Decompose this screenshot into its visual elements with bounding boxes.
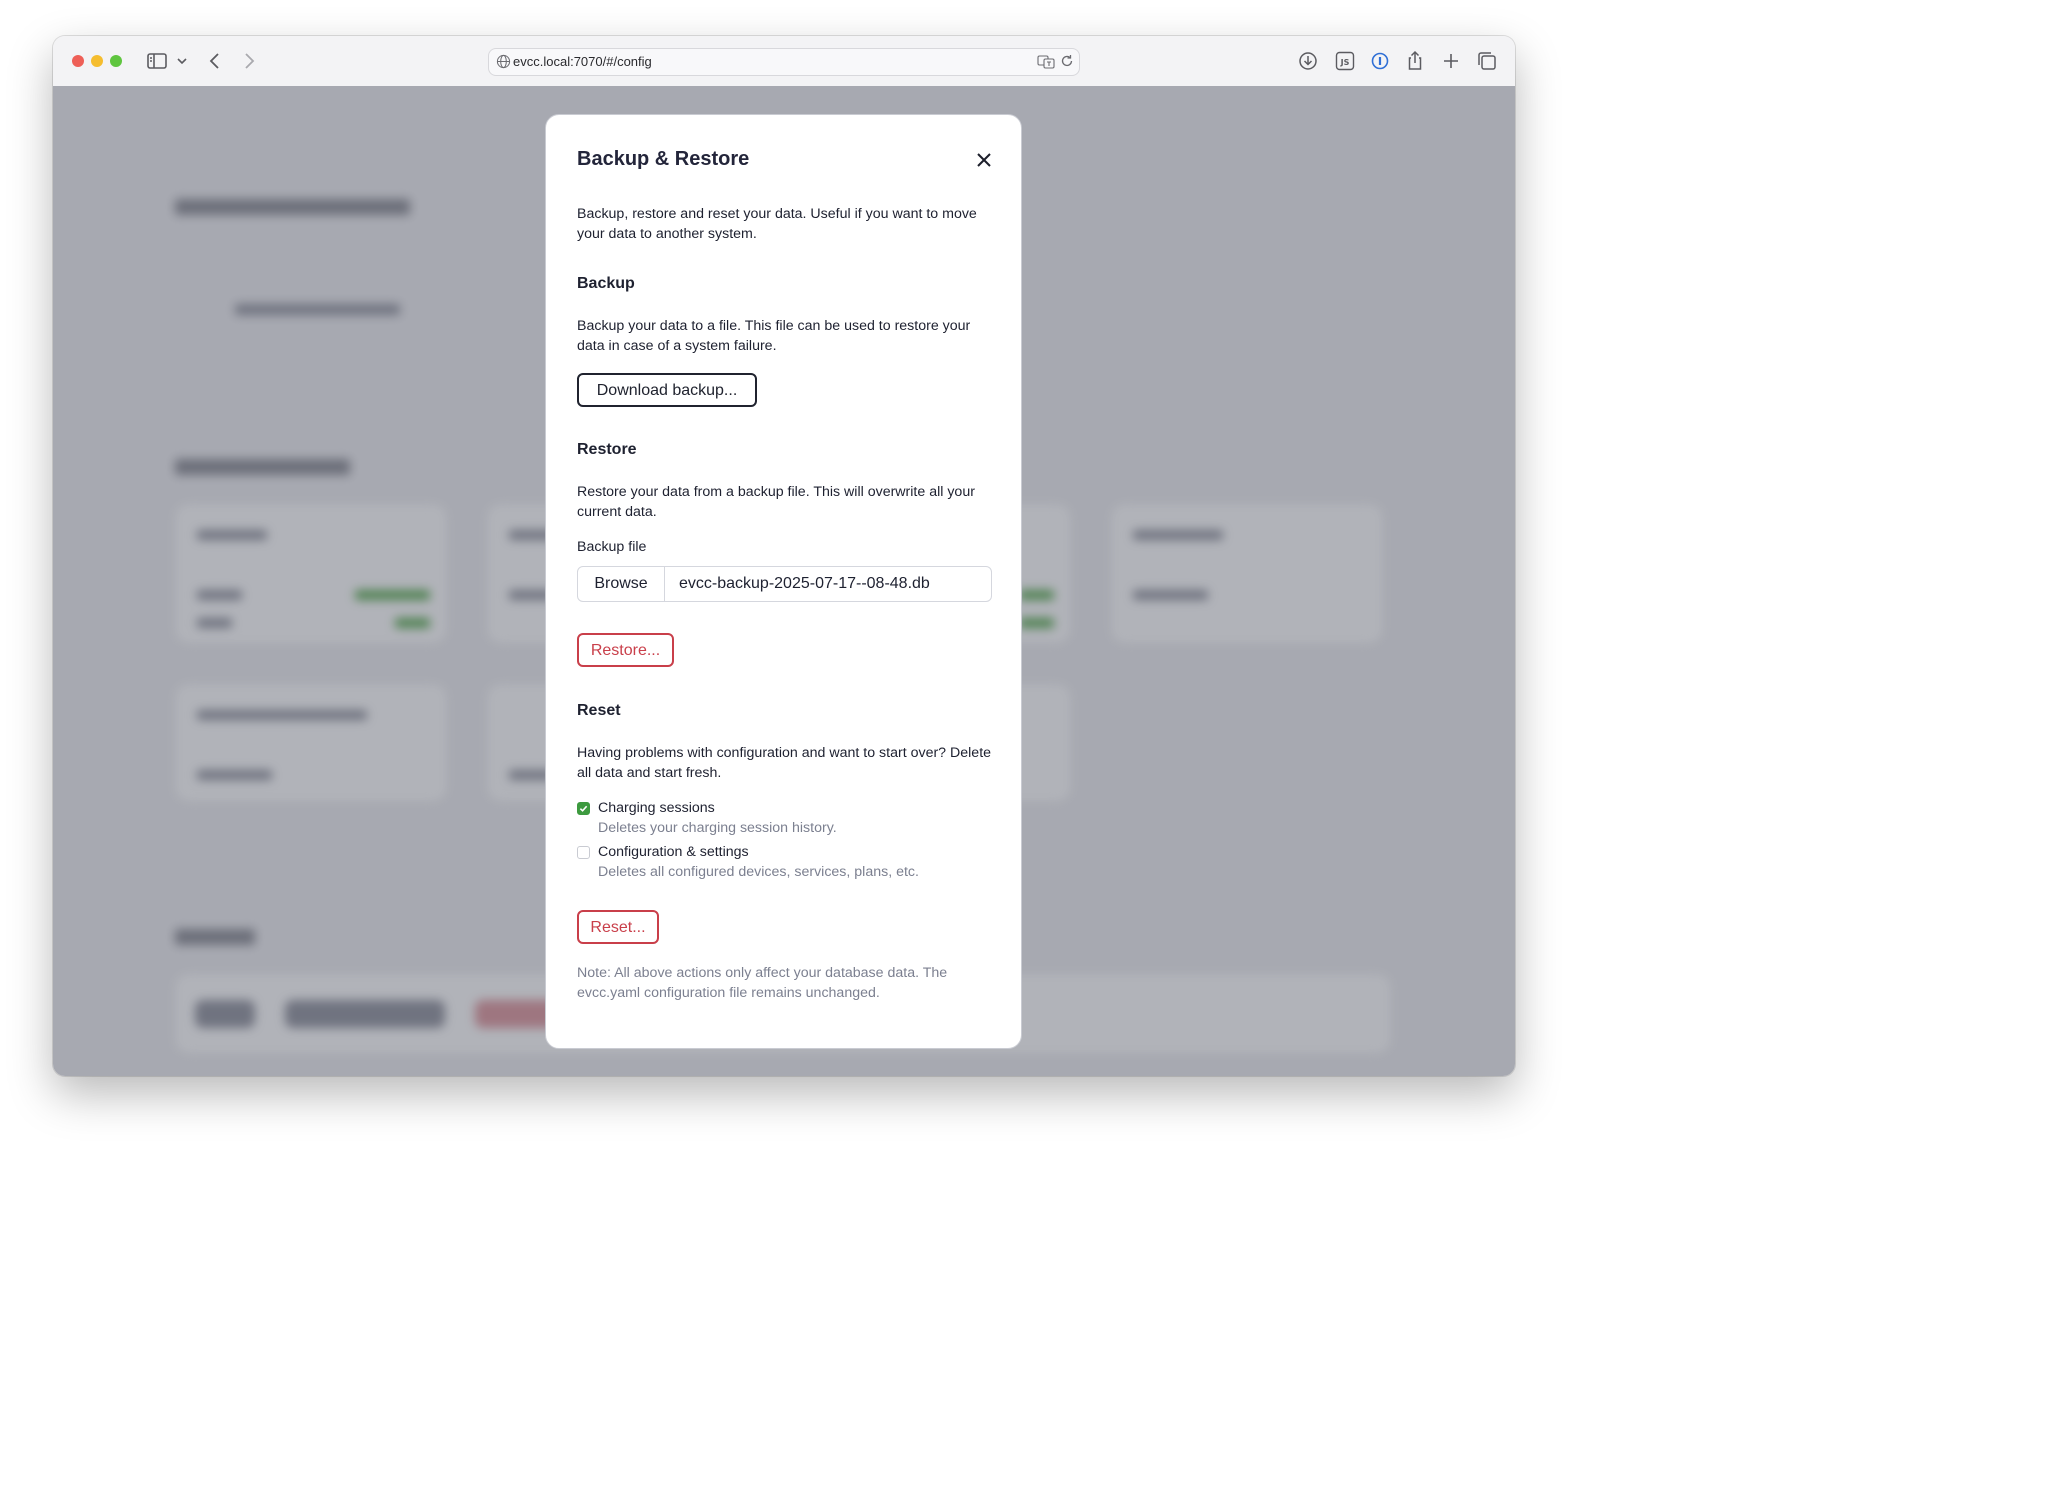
tab-overview-icon[interactable]	[1475, 49, 1499, 73]
forward-icon[interactable]	[237, 49, 261, 73]
modal-title: Backup & Restore	[577, 148, 750, 170]
selected-file-name: evcc-backup-2025-07-17--08-48.db	[679, 575, 930, 592]
back-icon[interactable]	[203, 49, 227, 73]
translate-icon[interactable]	[1037, 54, 1055, 70]
reload-icon[interactable]	[1060, 54, 1074, 68]
backup-section-title: Backup	[577, 275, 635, 292]
password-manager-icon[interactable]	[1368, 49, 1392, 73]
svg-text:JS: JS	[1340, 58, 1350, 67]
restore-section-title: Restore	[577, 441, 637, 458]
reset-section-title: Reset	[577, 702, 621, 719]
zoom-window-button[interactable]	[110, 55, 122, 67]
browser-toolbar: evcc.local:7070/#/config JS	[53, 36, 1515, 87]
configuration-description: Deletes all configured devices, services…	[598, 864, 919, 880]
reset-button[interactable]: Reset...	[577, 910, 659, 944]
new-tab-icon[interactable]	[1439, 49, 1463, 73]
close-window-button[interactable]	[72, 55, 84, 67]
backup-file-input[interactable]: Browse evcc-backup-2025-07-17--08-48.db	[577, 566, 992, 602]
sidebar-toggle-icon[interactable]	[145, 49, 169, 73]
configuration-label[interactable]: Configuration & settings	[598, 844, 749, 860]
address-bar[interactable]: evcc.local:7070/#/config	[488, 48, 1080, 76]
minimize-window-button[interactable]	[91, 55, 103, 67]
backup-description: Backup your data to a file. This file ca…	[577, 318, 971, 354]
backup-file-label: Backup file	[577, 539, 647, 555]
configuration-checkbox[interactable]	[577, 846, 590, 859]
browser-window: evcc.local:7070/#/config JS Backup & Res…	[53, 36, 1515, 1076]
downloads-icon[interactable]	[1296, 49, 1320, 73]
globe-icon	[496, 54, 511, 69]
modal-note: Note: All above actions only affect your…	[577, 965, 948, 1001]
browse-button[interactable]: Browse	[578, 567, 665, 601]
chevron-down-icon[interactable]	[175, 49, 189, 73]
download-backup-button[interactable]: Download backup...	[577, 373, 757, 407]
close-icon[interactable]	[974, 150, 994, 170]
charging-sessions-description: Deletes your charging session history.	[598, 820, 837, 836]
reset-description: Having problems with configuration and w…	[577, 745, 992, 781]
url-text: evcc.local:7070/#/config	[513, 54, 652, 69]
page-content: Backup & Restore Backup, restore and res…	[53, 86, 1515, 1076]
restore-button[interactable]: Restore...	[577, 633, 674, 667]
share-icon[interactable]	[1403, 49, 1427, 73]
backup-restore-modal: Backup & Restore Backup, restore and res…	[545, 114, 1022, 1049]
js-extension-icon[interactable]: JS	[1333, 49, 1357, 73]
restore-description: Restore your data from a backup file. Th…	[577, 484, 975, 520]
modal-intro: Backup, restore and reset your data. Use…	[577, 206, 977, 242]
charging-sessions-label[interactable]: Charging sessions	[598, 800, 715, 816]
charging-sessions-checkbox[interactable]	[577, 802, 590, 815]
